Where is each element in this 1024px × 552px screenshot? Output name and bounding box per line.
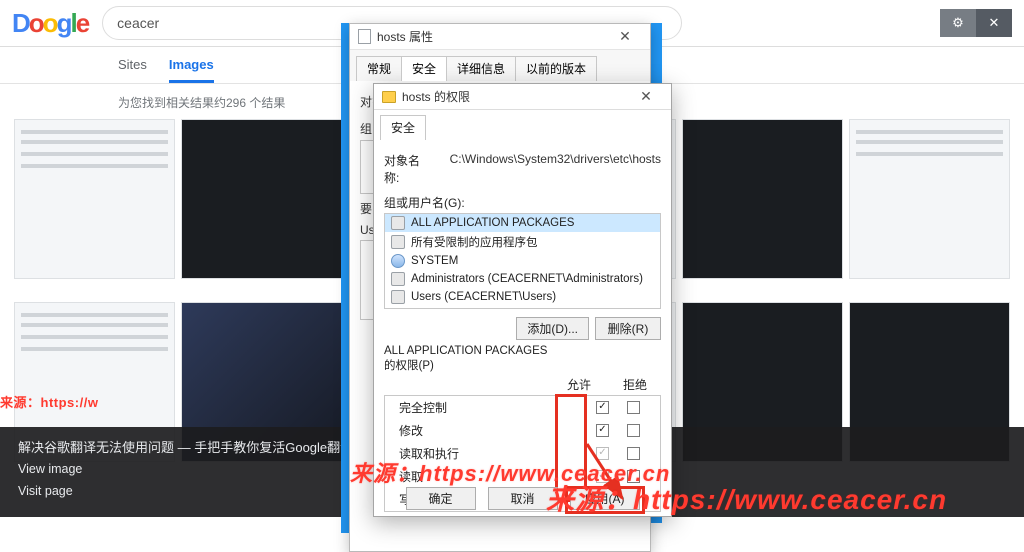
image-result[interactable]: [682, 119, 843, 279]
close-icon[interactable]: ✕: [608, 27, 642, 47]
logo: Doogle: [12, 8, 88, 39]
column-allow: 允许: [567, 376, 591, 393]
list-item[interactable]: ALL APPLICATION PACKAGES: [385, 214, 660, 232]
object-name-label: 对象名称:: [384, 152, 432, 186]
tab-details[interactable]: 详细信息: [446, 56, 516, 81]
properties-tabstrip: 常规 安全 详细信息 以前的版本: [350, 50, 650, 81]
close-icon[interactable]: ✕: [629, 87, 663, 107]
permissions-tabstrip: 安全: [374, 110, 671, 140]
tab-general[interactable]: 常规: [356, 56, 402, 81]
window-close-icon[interactable]: ✕: [976, 9, 1012, 37]
tab-security[interactable]: 安全: [380, 115, 426, 140]
group-users-list[interactable]: ALL APPLICATION PACKAGES 所有受限制的应用程序包 SYS…: [384, 213, 661, 309]
folder-icon: [382, 91, 396, 103]
permission-name: 修改: [395, 422, 596, 439]
image-result[interactable]: [181, 119, 342, 279]
settings-icon[interactable]: ⚙: [940, 9, 976, 37]
permissions-for-suffix: 的权限(P): [384, 360, 434, 372]
permission-name: 完全控制: [395, 399, 596, 416]
column-deny: 拒绝: [623, 376, 647, 393]
dialog-title: hosts 的权限: [402, 88, 623, 105]
permissions-columns: 允许 拒绝: [384, 376, 661, 393]
allow-checkbox[interactable]: [596, 424, 609, 437]
dialog-titlebar[interactable]: hosts 的权限 ✕: [374, 84, 671, 110]
tab-sites[interactable]: Sites: [118, 57, 147, 83]
list-item[interactable]: 所有受限制的应用程序包: [385, 232, 660, 252]
window-controls: ⚙ ✕: [940, 9, 1012, 37]
permission-row: 完全控制: [385, 396, 660, 419]
list-item-label: SYSTEM: [411, 255, 458, 267]
deny-checkbox[interactable]: [627, 424, 640, 437]
group-icon: [391, 290, 405, 304]
add-button[interactable]: 添加(D)...: [516, 317, 589, 340]
tab-security[interactable]: 安全: [401, 56, 447, 81]
group-users-label: 组或用户名(G):: [384, 194, 661, 211]
tab-images[interactable]: Images: [169, 57, 214, 83]
object-name-value: C:\Windows\System32\drivers\etc\hosts: [450, 152, 661, 186]
group-icon: [391, 216, 405, 230]
allow-checkbox[interactable]: [596, 401, 609, 414]
ok-button[interactable]: 确定: [406, 487, 476, 510]
list-item[interactable]: Administrators (CEACERNET\Administrators…: [385, 270, 660, 288]
dialog-titlebar[interactable]: hosts 属性 ✕: [350, 24, 650, 50]
image-result[interactable]: [849, 119, 1010, 279]
list-item-label: Administrators (CEACERNET\Administrators…: [411, 273, 643, 285]
user-icon: [391, 254, 405, 268]
list-item[interactable]: SYSTEM: [385, 252, 660, 270]
list-item-label: ALL APPLICATION PACKAGES: [411, 217, 574, 229]
list-item-label: 所有受限制的应用程序包: [411, 234, 538, 250]
image-result[interactable]: [14, 119, 175, 279]
list-item-label: Users (CEACERNET\Users): [411, 291, 556, 303]
permission-row: 修改: [385, 419, 660, 442]
file-icon: [358, 29, 371, 44]
deny-checkbox[interactable]: [627, 401, 640, 414]
tab-previous-versions[interactable]: 以前的版本: [515, 56, 597, 81]
dialog-permissions: hosts 的权限 ✕ 安全 对象名称: C:\Windows\System32…: [373, 83, 672, 517]
group-icon: [391, 272, 405, 286]
object-name-row: 对象名称: C:\Windows\System32\drivers\etc\ho…: [384, 152, 661, 186]
list-item[interactable]: Users (CEACERNET\Users): [385, 288, 660, 306]
background-accent: [341, 23, 349, 533]
dialog-title: hosts 属性: [377, 28, 602, 45]
group-icon: [391, 235, 405, 249]
permissions-for-label: ALL APPLICATION PACKAGES 的权限(P): [384, 344, 661, 374]
watermark-text: 来源：https://w: [0, 392, 98, 411]
remove-button[interactable]: 删除(R): [595, 317, 661, 340]
group-buttons: 添加(D)... 删除(R): [384, 317, 661, 340]
permissions-for-group: ALL APPLICATION PACKAGES: [384, 345, 547, 357]
watermark-text: 来源：https://www.ceacer.cn: [546, 478, 947, 518]
